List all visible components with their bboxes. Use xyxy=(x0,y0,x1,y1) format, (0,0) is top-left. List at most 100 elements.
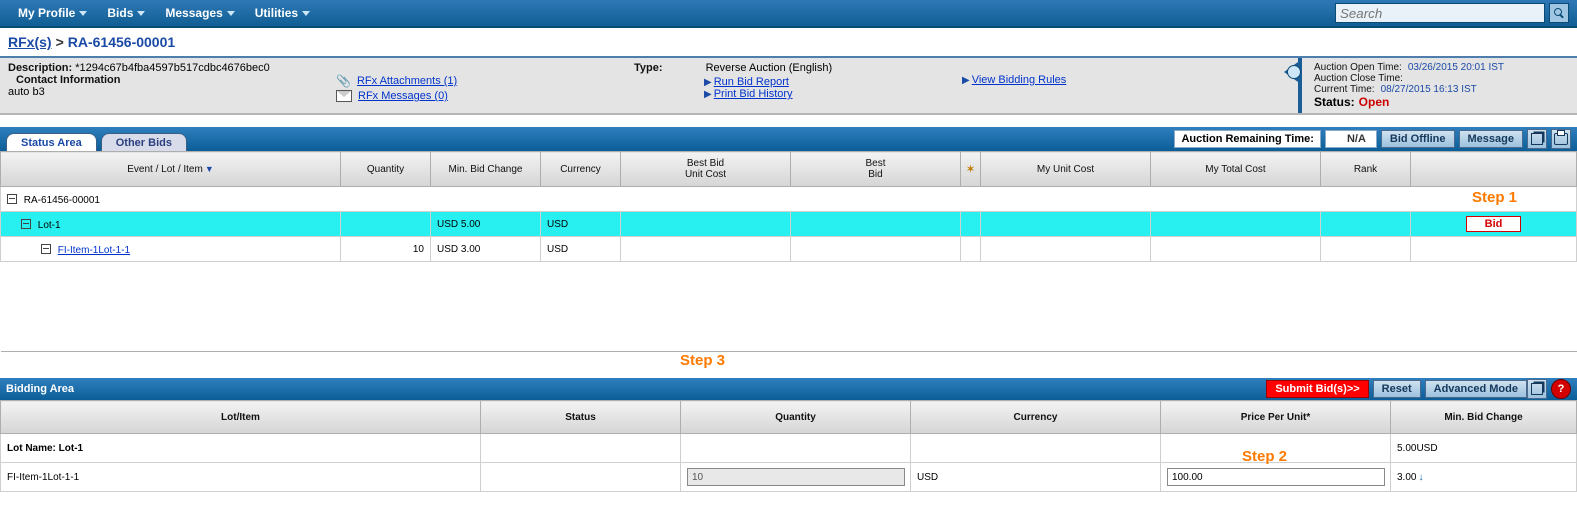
lot-mytotal-cell xyxy=(1151,212,1321,237)
description-block: Description: *1294c67b4fba4597b517cdbc46… xyxy=(8,62,328,105)
grid-header-row: Event / Lot / Item▼ Quantity Min. Bid Ch… xyxy=(1,152,1577,187)
popout-button[interactable] xyxy=(1527,129,1547,149)
clock-icon xyxy=(1287,65,1301,79)
sort-icon: ▼ xyxy=(205,164,214,174)
bid-col-minbid[interactable]: Min. Bid Change xyxy=(1391,401,1577,434)
bid-col-status[interactable]: Status xyxy=(481,401,681,434)
item-rank-cell xyxy=(1321,237,1411,262)
col-minbid-header[interactable]: Min. Bid Change xyxy=(431,152,541,187)
run-bid-report-link[interactable]: Run Bid Report xyxy=(714,76,789,88)
description-value: *1294c67b4fba4597b517cdbc4676bec0 xyxy=(75,62,270,74)
lot-qty-cell xyxy=(341,212,431,237)
status-grid: Event / Lot / Item▼ Quantity Min. Bid Ch… xyxy=(0,151,1577,352)
attachment-icon: 📎 xyxy=(336,74,351,88)
nav-utilities-label: Utilities xyxy=(255,6,298,20)
search-input[interactable] xyxy=(1335,3,1545,23)
help-icon: ? xyxy=(1558,383,1565,395)
lot-bbu-cell xyxy=(621,212,791,237)
event-name: RA-61456-00001 xyxy=(24,195,100,206)
nav-bids-label: Bids xyxy=(107,6,133,20)
bid-offline-button[interactable]: Bid Offline xyxy=(1381,130,1455,148)
description-label: Description: xyxy=(8,62,72,74)
bidding-grid: Lot/Item Status Quantity Currency Price … xyxy=(0,400,1577,492)
tab-other-bids[interactable]: Other Bids xyxy=(101,133,187,152)
bid-item-ppu-cell xyxy=(1161,463,1391,492)
message-button[interactable]: Message xyxy=(1459,130,1523,148)
view-bidding-rules-link[interactable]: View Bidding Rules xyxy=(972,74,1067,86)
bid-item-row: FI-Item-1Lot-1-1 USD 3.00↓ xyxy=(1,463,1577,492)
col-quantity-header[interactable]: Quantity xyxy=(341,152,431,187)
quantity-input xyxy=(687,468,905,486)
popout-button[interactable] xyxy=(1527,379,1547,399)
col-bestbid-header[interactable]: Best Bid xyxy=(791,152,961,187)
col-bestbidunit-header[interactable]: Best Bid Unit Cost xyxy=(621,152,791,187)
breadcrumb-separator: > xyxy=(52,34,68,50)
col-event-header[interactable]: Event / Lot / Item▼ xyxy=(1,152,341,187)
rfx-messages-link[interactable]: RFx Messages (0) xyxy=(358,90,448,102)
triangle-icon: ▶ xyxy=(962,75,970,86)
nav-messages-label: Messages xyxy=(165,6,222,20)
nav-my-profile[interactable]: My Profile xyxy=(8,0,97,26)
info-panel: Description: *1294c67b4fba4597b517cdbc46… xyxy=(0,58,1577,115)
type-label: Type: xyxy=(634,62,663,74)
type-block: Type: Reverse Auction (English) ▶Run Bid… xyxy=(634,62,954,105)
grid-lot-row: Lot-1 USD 5.00 USD Bid xyxy=(1,212,1577,237)
col-currency-header[interactable]: Currency xyxy=(541,152,621,187)
bid-col-quantity[interactable]: Quantity xyxy=(681,401,911,434)
open-time-value: 03/26/2015 20:01 IST xyxy=(1408,62,1504,73)
bid-col-ppu[interactable]: Price Per Unit* xyxy=(1161,401,1391,434)
tab-status-area[interactable]: Status Area xyxy=(6,133,97,152)
close-time-label: Auction Close Time: xyxy=(1314,73,1403,84)
advanced-mode-button[interactable]: Advanced Mode xyxy=(1425,380,1527,398)
collapse-icon[interactable] xyxy=(41,244,51,254)
remaining-time-label: Auction Remaining Time: xyxy=(1174,130,1320,148)
bid-lot-min: 5.00USD xyxy=(1391,434,1577,463)
item-bb-cell xyxy=(791,237,961,262)
bidding-area-bar: Bidding Area Submit Bid(s)>> Reset Advan… xyxy=(0,378,1577,400)
lot-rank-cell xyxy=(1321,212,1411,237)
nav-messages[interactable]: Messages xyxy=(155,0,244,26)
price-per-unit-input[interactable] xyxy=(1167,468,1385,486)
item-myunit-cell xyxy=(981,237,1151,262)
col-myunit-header[interactable]: My Unit Cost xyxy=(981,152,1151,187)
reset-button[interactable]: Reset xyxy=(1373,380,1421,398)
triangle-icon: ▶ xyxy=(704,89,712,100)
nav-utilities[interactable]: Utilities xyxy=(245,0,320,26)
print-button[interactable] xyxy=(1551,129,1571,149)
item-minbid-cell: USD 3.00 xyxy=(431,237,541,262)
bid-item-min: 3.00 xyxy=(1397,472,1416,483)
search-button[interactable] xyxy=(1549,3,1569,23)
lot-star-cell xyxy=(961,212,981,237)
search-icon xyxy=(1554,8,1564,18)
col-star-header[interactable]: ✶ xyxy=(961,152,981,187)
breadcrumb: RFx(s) > RA-61456-00001 xyxy=(0,28,1577,58)
col-mytotal-header[interactable]: My Total Cost xyxy=(1151,152,1321,187)
col-rank-header[interactable]: Rank xyxy=(1321,152,1411,187)
nav-bids[interactable]: Bids xyxy=(97,0,155,26)
popout-icon xyxy=(1531,133,1543,145)
collapse-icon[interactable] xyxy=(7,194,17,204)
open-time-label: Auction Open Time: xyxy=(1314,62,1402,73)
col-action-header xyxy=(1411,152,1577,187)
rfx-attachments-link[interactable]: RFx Attachments (1) xyxy=(357,75,457,87)
lot-myunit-cell xyxy=(981,212,1151,237)
nav-my-profile-label: My Profile xyxy=(18,6,75,20)
breadcrumb-rfx-link[interactable]: RFx(s) xyxy=(8,34,52,50)
submit-bids-button[interactable]: Submit Bid(s)>> xyxy=(1266,380,1368,398)
current-time-label: Current Time: xyxy=(1314,84,1375,95)
print-bid-history-link[interactable]: Print Bid History xyxy=(714,88,793,100)
help-button[interactable]: ? xyxy=(1551,379,1571,399)
bid-lot-cur xyxy=(911,434,1161,463)
status-value: Open xyxy=(1359,95,1390,109)
bid-lot-name: Lot Name: Lot-1 xyxy=(1,434,481,463)
search-wrap xyxy=(1335,3,1569,23)
envelope-icon xyxy=(336,90,352,102)
status-label: Status: xyxy=(1314,95,1355,109)
rules-block: ▶View Bidding Rules xyxy=(962,62,1252,105)
bid-col-currency[interactable]: Currency xyxy=(911,401,1161,434)
collapse-icon[interactable] xyxy=(21,219,31,229)
item-link[interactable]: FI-Item-1Lot-1-1 xyxy=(58,245,130,256)
bid-col-lotitem[interactable]: Lot/Item xyxy=(1,401,481,434)
bid-button[interactable]: Bid xyxy=(1466,216,1522,232)
caret-icon xyxy=(79,11,87,16)
